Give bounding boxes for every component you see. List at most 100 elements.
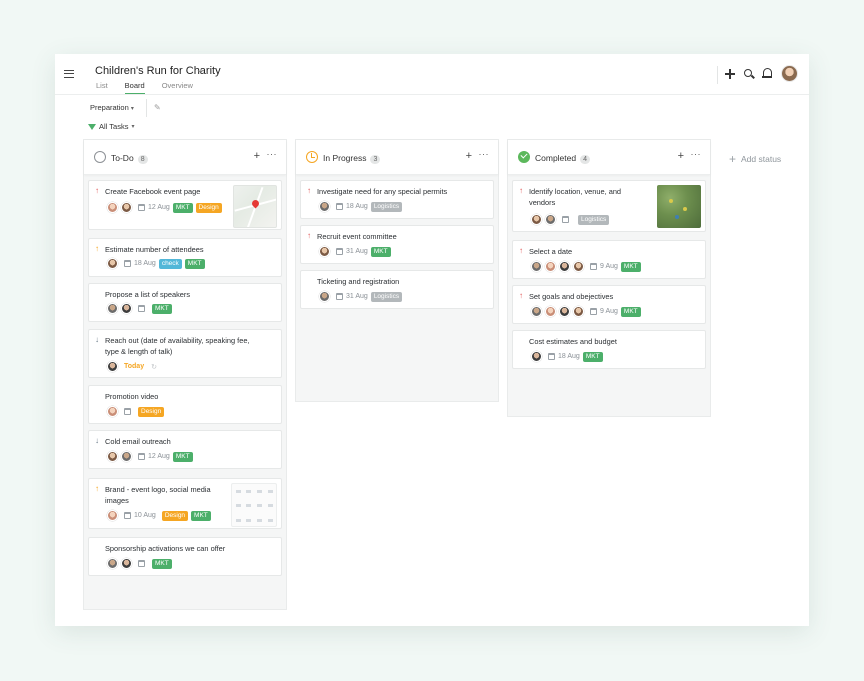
priority-low-icon: ↓: [95, 436, 99, 445]
priority-high-icon: ↑: [307, 186, 311, 195]
divider: [717, 66, 718, 84]
due-date: 31 Aug: [346, 293, 368, 300]
task-card[interactable]: ↑ Select a date 9 Aug MKT: [512, 240, 706, 279]
task-card[interactable]: Ticketing and registration 31 Aug Logist…: [300, 270, 494, 309]
calendar-icon: [590, 308, 597, 315]
task-title: Cold email outreach: [105, 437, 171, 446]
task-meta: MKT: [107, 303, 172, 314]
task-title: Identify location, venue, and vendors: [529, 187, 622, 207]
tab-board[interactable]: Board: [124, 81, 145, 94]
tag-mkt: MKT: [172, 202, 193, 213]
plus-icon[interactable]: [725, 69, 735, 79]
add-status-button[interactable]: + Add status: [729, 152, 781, 166]
avatar: [121, 202, 132, 213]
tag-design: Design: [195, 202, 222, 213]
avatar: [107, 303, 118, 314]
wireframe-thumbnail[interactable]: [231, 483, 277, 527]
task-card[interactable]: ↑ Identify location, venue, and vendors L…: [512, 180, 706, 232]
add-task-icon[interactable]: +: [254, 150, 260, 162]
filter-icon: [88, 123, 96, 130]
calendar-icon: [138, 453, 145, 460]
avatar: [121, 558, 132, 569]
avatar: [319, 246, 330, 257]
column-todo: To-Do 8 + ··· ↑ Create Facebook event pag…: [83, 139, 287, 610]
calendar-icon: [562, 216, 569, 223]
avatar: [107, 510, 118, 521]
task-card[interactable]: ↓ Cold email outreach 12 Aug MKT: [88, 430, 282, 469]
task-card[interactable]: Sponsorship activations we can offer MKT: [88, 537, 282, 576]
priority-high-icon: ↑: [95, 186, 99, 195]
task-title: Ticketing and registration: [317, 277, 400, 286]
avatar: [107, 202, 118, 213]
due-date: 18 Aug: [134, 260, 156, 267]
avatar: [545, 214, 556, 225]
venue-photo-thumbnail[interactable]: [657, 185, 701, 228]
tag-design: Design: [161, 510, 189, 521]
calendar-icon: [336, 248, 343, 255]
user-avatar[interactable]: [781, 65, 798, 82]
menu-icon[interactable]: [64, 70, 74, 78]
tag-mkt: MKT: [620, 306, 641, 317]
tag-mkt: MKT: [191, 510, 211, 521]
task-meta: 18 Aug Logistics: [319, 201, 403, 212]
avatar: [319, 201, 330, 212]
task-card[interactable]: ↓ Reach out (date of availability, speak…: [88, 329, 282, 378]
task-meta: 12 Aug MKT: [107, 451, 193, 462]
task-title: Sponsorship activations we can offer: [105, 544, 226, 553]
avatar: [531, 306, 542, 317]
task-card[interactable]: Cost estimates and budget 18 Aug MKT: [512, 330, 706, 369]
header-actions: [717, 65, 803, 84]
avatar: [531, 261, 542, 272]
tab-list[interactable]: List: [96, 81, 108, 94]
tag-mkt: MKT: [582, 351, 603, 362]
task-card[interactable]: ↑ Create Facebook event page 12 Aug MKT …: [88, 180, 282, 230]
calendar-icon: [124, 260, 131, 267]
tag-logistics: Logistics: [370, 291, 403, 302]
tab-overview[interactable]: Overview: [162, 81, 193, 94]
bell-icon[interactable]: [762, 68, 772, 78]
more-icon[interactable]: ···: [267, 149, 278, 159]
task-card[interactable]: ↑ Set goals and obejectives 9 Aug MKT: [512, 285, 706, 324]
tag-mkt: MKT: [172, 451, 193, 462]
search-icon[interactable]: [744, 69, 752, 77]
task-meta: Today ↻: [107, 361, 157, 372]
pencil-icon[interactable]: ✎: [154, 103, 161, 112]
avatar: [107, 451, 118, 462]
task-title: Set goals and obejectives: [529, 292, 614, 301]
avatar: [573, 306, 584, 317]
avatar: [107, 406, 118, 417]
chevron-down-icon[interactable]: ⌄: [196, 65, 203, 74]
add-task-icon[interactable]: +: [678, 150, 684, 162]
task-card[interactable]: Promotion video Design: [88, 385, 282, 424]
column-count: 3: [370, 155, 381, 164]
due-date: 9 Aug: [600, 308, 618, 315]
task-title: Brand - event logo, social media images: [105, 485, 211, 505]
section-selector[interactable]: Preparation ▾: [90, 103, 134, 112]
more-icon[interactable]: ···: [691, 149, 702, 159]
task-card[interactable]: Propose a list of speakers MKT: [88, 283, 282, 322]
plus-icon: +: [729, 152, 737, 166]
more-icon[interactable]: ···: [479, 149, 490, 159]
task-card[interactable]: ↑ Estimate number of attendees 18 Aug ch…: [88, 238, 282, 277]
task-meta: MKT: [107, 558, 172, 569]
add-task-icon[interactable]: +: [466, 150, 472, 162]
priority-high-icon: ↑: [519, 186, 523, 195]
task-title: Propose a list of speakers: [105, 290, 191, 299]
task-title: Recruit event committee: [317, 232, 397, 241]
column-title: To-Do 8: [111, 153, 148, 164]
task-card[interactable]: ↑ Brand - event logo, social media images…: [88, 478, 282, 529]
priority-high-icon: ↑: [307, 231, 311, 240]
tag-check: check: [158, 258, 182, 269]
header-divider: [55, 94, 809, 95]
tag-logistics: Logistics: [578, 214, 610, 225]
avatar: [107, 258, 118, 269]
column-count: 8: [137, 155, 148, 164]
calendar-icon: [124, 512, 131, 519]
map-thumbnail[interactable]: [233, 185, 277, 228]
task-filter[interactable]: All Tasks ▾: [88, 122, 134, 131]
task-card[interactable]: ↑ Investigate need for any special permi…: [300, 180, 494, 219]
task-card[interactable]: ↑ Recruit event committee 31 Aug MKT: [300, 225, 494, 264]
tag-design: Design: [138, 406, 165, 417]
task-meta: 18 Aug check MKT: [107, 258, 205, 269]
task-title: Reach out (date of availability, speakin…: [105, 336, 250, 356]
